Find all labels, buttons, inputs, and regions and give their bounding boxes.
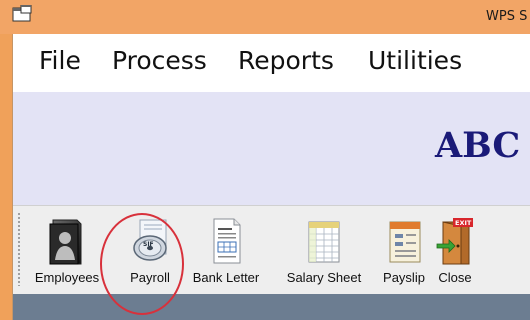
bank-letter-button[interactable]: Bank Letter bbox=[183, 212, 269, 290]
app-window: WPS S File Process Reports Utilities ABC bbox=[0, 0, 530, 320]
client-area: File Process Reports Utilities ABC Emplo… bbox=[12, 34, 530, 320]
svg-text:EXIT: EXIT bbox=[455, 219, 472, 227]
salary-sheet-button[interactable]: Salary Sheet bbox=[277, 212, 371, 290]
payroll-button[interactable]: SIF Payroll bbox=[117, 212, 183, 290]
salary-sheet-spreadsheet-icon bbox=[308, 221, 340, 263]
bank-letter-label: Bank Letter bbox=[192, 270, 260, 285]
menu-reports[interactable]: Reports bbox=[238, 46, 334, 75]
workspace-area bbox=[13, 294, 530, 320]
payroll-sif-disc-icon: SIF bbox=[133, 219, 167, 261]
window-title: WPS S bbox=[486, 9, 528, 24]
window-app-icon[interactable] bbox=[12, 5, 32, 23]
svg-text:SIF: SIF bbox=[143, 241, 154, 248]
menu-process[interactable]: Process bbox=[112, 46, 207, 75]
close-label: Close bbox=[438, 270, 472, 285]
employees-folder-icon bbox=[49, 219, 82, 265]
title-bar[interactable]: WPS S bbox=[0, 0, 530, 34]
bank-letter-document-icon bbox=[213, 218, 241, 264]
employees-label: Employees bbox=[34, 270, 100, 285]
exit-door-icon: EXIT bbox=[436, 218, 473, 265]
payroll-label: Payroll bbox=[130, 270, 170, 285]
salary-sheet-label: Salary Sheet bbox=[286, 270, 362, 285]
menu-file[interactable]: File bbox=[39, 46, 81, 75]
toolbar-grip[interactable] bbox=[17, 212, 21, 286]
payslip-button[interactable]: Payslip bbox=[377, 212, 431, 290]
toolbar: Employees SIF Payroll Bank Letter Salary… bbox=[13, 205, 530, 295]
company-name: ABC bbox=[435, 125, 521, 166]
payslip-notepad-icon bbox=[389, 221, 421, 263]
payslip-label: Payslip bbox=[383, 270, 425, 285]
employees-button[interactable]: Employees bbox=[31, 212, 103, 290]
menu-bar: File Process Reports Utilities bbox=[13, 34, 530, 92]
close-button[interactable]: EXIT Close bbox=[433, 212, 477, 290]
menu-utilities[interactable]: Utilities bbox=[368, 46, 462, 75]
